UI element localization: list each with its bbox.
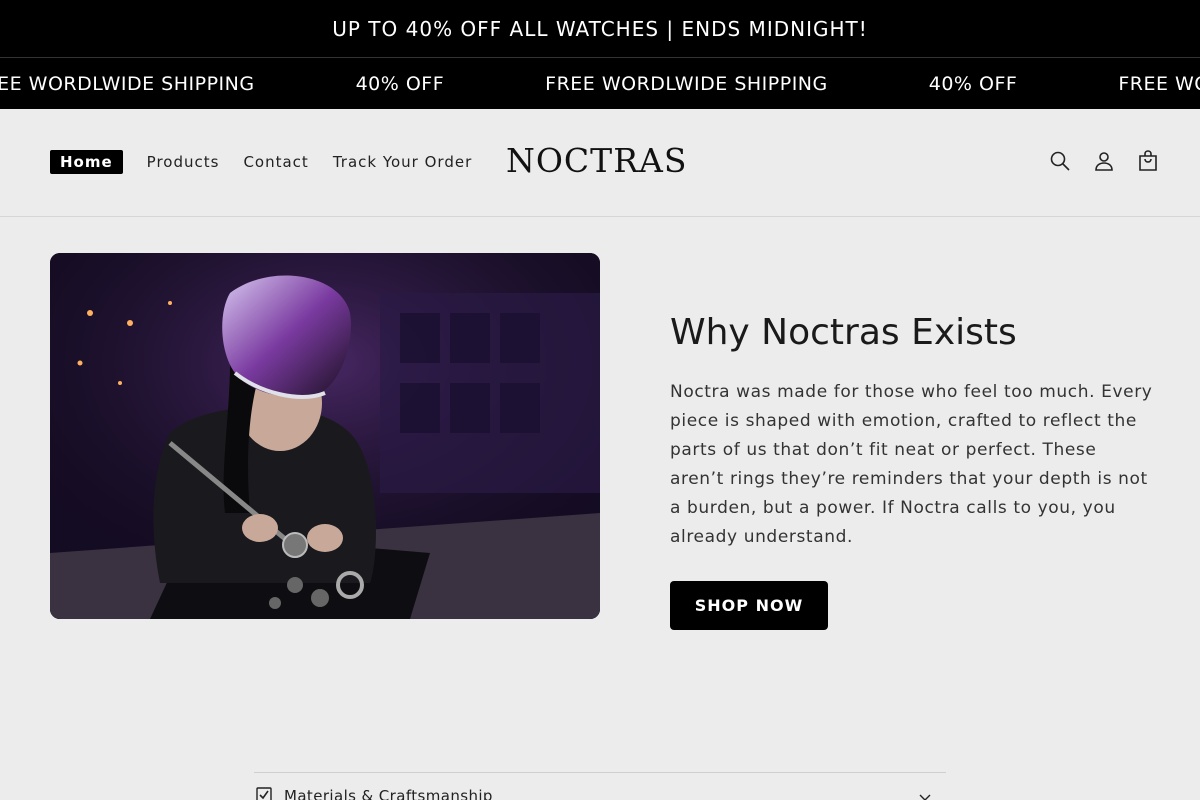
accordion-label: Materials & Craftsmanship [284, 787, 493, 800]
main-nav: Home Products Contact Track Your Order [50, 149, 496, 175]
hero-description: Noctra was made for those who feel too m… [670, 382, 1153, 547]
announcement-bar: UP TO 40% OFF ALL WATCHES | ENDS MIDNIGH… [0, 0, 1200, 58]
search-icon[interactable] [1046, 147, 1074, 175]
marquee-item: 40% OFF [928, 72, 1018, 95]
announcement-text: UP TO 40% OFF ALL WATCHES | ENDS MIDNIGH… [332, 16, 868, 41]
marquee-item: FREE WORDLWIDE SHIPPING [0, 72, 255, 95]
shop-now-button[interactable]: SHOP NOW [670, 581, 828, 630]
nav-products[interactable]: Products [147, 150, 220, 174]
marquee-track: FREE WORDLWIDE SHIPPING 40% OFF FREE WOR… [0, 58, 1200, 109]
hero-image [50, 253, 600, 619]
marquee-item: FREE WORDLWIDE SHIPPING [1118, 72, 1200, 95]
accordion-materials[interactable]: Materials & Craftsmanship [254, 772, 946, 800]
watchmaker-illustration [50, 253, 600, 619]
nav-home[interactable]: Home [50, 150, 123, 174]
cart-icon[interactable] [1134, 147, 1162, 175]
site-logo[interactable]: NOCTRAS [506, 139, 696, 183]
marquee-item: FREE WORDLWIDE SHIPPING [545, 72, 828, 95]
marquee-item: 40% OFF [355, 72, 445, 95]
checkbox-icon [256, 787, 272, 800]
nav-track-order[interactable]: Track Your Order [333, 150, 472, 174]
account-icon[interactable] [1090, 147, 1118, 175]
hero-title: Why Noctras Exists [670, 312, 1017, 353]
promo-marquee: FREE WORDLWIDE SHIPPING 40% OFF FREE WOR… [0, 58, 1200, 109]
nav-contact[interactable]: Contact [243, 150, 308, 174]
site-header: Home Products Contact Track Your Order N… [0, 109, 1200, 217]
header-icons [1030, 147, 1162, 175]
chevron-down-icon [919, 794, 931, 800]
